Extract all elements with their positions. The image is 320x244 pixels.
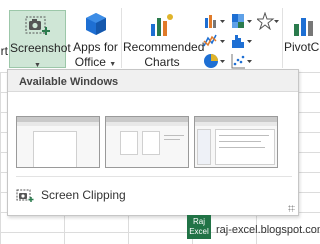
thumbnail-ribbon — [106, 122, 188, 126]
available-windows-header: Available Windows — [8, 70, 298, 92]
thumbnail-page — [142, 131, 160, 155]
ribbon: rt Screenshot ▼ Apps for Office ▼ Recomm… — [0, 0, 320, 72]
apps-for-office-button[interactable]: Apps for Office ▼ — [72, 10, 119, 69]
chevron-down-icon: ▼ — [34, 62, 41, 69]
recommended-charts-icon — [147, 10, 177, 40]
thumbnail-line — [219, 147, 265, 148]
watermark-logo-line1: Raj — [192, 217, 205, 226]
column-chart-icon — [205, 15, 225, 28]
office-store-icon — [83, 10, 109, 40]
screenshot-label: Screenshot — [10, 41, 71, 55]
column-chart-button[interactable] — [203, 12, 227, 30]
radar-chart-button[interactable] — [255, 11, 281, 31]
apps-label-line1: Apps for — [73, 40, 118, 54]
pivotchart-icon — [290, 10, 318, 40]
window-thumbnail-2[interactable] — [105, 116, 189, 168]
histogram-icon — [232, 35, 252, 48]
ribbon-divider — [282, 8, 283, 68]
recommended-label-line1: Recommended — [123, 40, 205, 54]
truncated-ribbon-button[interactable]: rt — [0, 44, 8, 58]
recommended-charts-button[interactable]: Recommended Charts — [123, 10, 205, 69]
scatter-chart-icon — [231, 54, 252, 69]
thumbnail-line — [219, 141, 261, 142]
truncated-button-label: rt — [0, 44, 8, 58]
watermark-url: raj-excel.blogspot.com — [216, 224, 320, 236]
thumbnail-page — [33, 131, 77, 167]
statistic-chart-button[interactable] — [230, 32, 254, 50]
thumbnail-line — [219, 135, 269, 136]
screenshot-dropdown: Available Windows Screen Clipping — [7, 69, 299, 216]
chevron-down-icon: ▼ — [109, 61, 117, 68]
star-chart-icon — [255, 11, 279, 31]
window-thumbnail-1[interactable] — [16, 116, 100, 168]
recommended-label-line2: Charts — [144, 55, 180, 69]
watermark-logo: Raj Excel — [187, 215, 211, 239]
line-chart-button[interactable] — [203, 32, 227, 50]
hierarchy-chart-icon — [232, 14, 252, 28]
screen-clipping-item[interactable]: Screen Clipping — [8, 180, 298, 206]
scatter-chart-button[interactable] — [230, 52, 254, 70]
ribbon-divider — [121, 8, 122, 68]
screenshot-icon — [24, 11, 52, 41]
screen-clipping-icon — [16, 189, 34, 203]
pivotchart-button[interactable]: PivotC — [284, 10, 320, 68]
window-thumbnail-3[interactable] — [194, 116, 278, 168]
thumbnail-page — [120, 131, 138, 155]
watermark-logo-line2: Excel — [189, 227, 209, 236]
resize-grip[interactable] — [288, 205, 295, 212]
thumbnail-line — [164, 139, 180, 140]
pie-chart-button[interactable] — [203, 52, 227, 70]
screen-clipping-label: Screen Clipping — [41, 188, 126, 202]
thumbnail-line — [164, 135, 184, 136]
pie-chart-icon — [204, 54, 225, 68]
hierarchy-chart-button[interactable] — [230, 12, 254, 30]
pivotchart-label: PivotC — [284, 40, 320, 54]
line-chart-icon — [203, 34, 225, 47]
screenshot-button[interactable]: Screenshot ▼ — [9, 10, 71, 69]
thumbnail-sidebar — [197, 129, 211, 165]
panel-divider — [16, 176, 292, 177]
thumbnail-ribbon — [17, 122, 99, 126]
thumbnail-ribbon — [195, 122, 277, 126]
apps-label-line2: Office — [74, 55, 106, 69]
